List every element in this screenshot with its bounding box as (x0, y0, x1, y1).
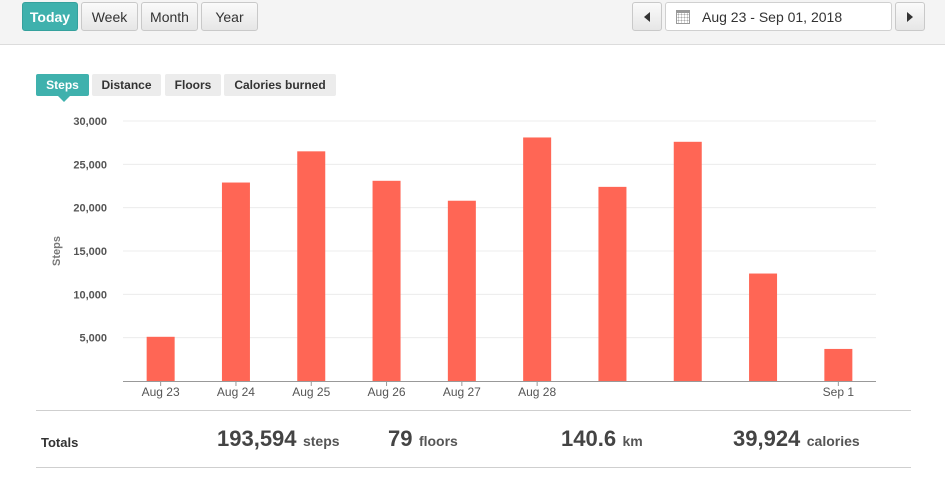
tab-floors[interactable]: Floors (165, 74, 221, 96)
date-range-picker[interactable]: Aug 23 - Sep 01, 2018 (665, 2, 892, 31)
y-tick-label: 15,000 (73, 246, 107, 258)
total-distance: 140.6 km (561, 426, 643, 452)
range-button-year[interactable]: Year (201, 2, 258, 31)
y-axis-title: Steps (51, 236, 63, 266)
bar-8 (673, 141, 702, 381)
total-distance-value: 140.6 (561, 426, 617, 451)
y-tick-label: 20,000 (73, 203, 107, 215)
total-floors: 79 floors (388, 426, 458, 452)
total-calories-value: 39,924 (733, 426, 801, 451)
bar-7 (598, 186, 627, 381)
divider-bottom (36, 467, 911, 468)
date-range-text: Aug 23 - Sep 01, 2018 (702, 8, 843, 25)
x-tick-label: Aug 28 (518, 385, 556, 399)
bar-2 (221, 182, 250, 381)
tab-steps[interactable]: Steps (36, 74, 89, 102)
total-steps-unit: steps (302, 433, 340, 449)
previous-period-button[interactable] (632, 2, 662, 31)
tab-distance[interactable]: Distance (92, 74, 161, 96)
x-tick-label: Aug 23 (142, 385, 180, 399)
y-tick-label: 5,000 (79, 333, 107, 345)
bar-9 (749, 273, 778, 381)
total-floors-value: 79 (388, 426, 413, 451)
arrow-right-icon (907, 11, 913, 22)
bar-5 (447, 200, 476, 381)
total-floors-unit: floors (418, 433, 458, 449)
steps-bar-chart: 5,000 10,000 15,000 20,000 25,000 30,000 Steps… (51, 116, 876, 399)
next-period-button[interactable] (895, 2, 925, 31)
x-tick-label: Sep 1 (823, 385, 855, 399)
total-steps-value: 193,594 (217, 426, 297, 451)
divider-top (36, 410, 911, 411)
total-distance-unit: km (622, 433, 643, 449)
bar-4 (372, 180, 401, 381)
total-calories-unit: calories (806, 433, 860, 449)
bar-1 (146, 336, 175, 381)
bar-10 (824, 348, 853, 381)
x-tick-label: Aug 27 (443, 385, 481, 399)
x-tick-label: Aug 26 (368, 385, 406, 399)
range-button-month[interactable]: Month (141, 2, 198, 31)
total-steps: 193,594 steps (217, 426, 340, 452)
x-tick-label: Aug 25 (292, 385, 330, 399)
range-button-week[interactable]: Week (81, 2, 138, 31)
calendar-icon (676, 9, 690, 24)
bar-3 (297, 151, 326, 381)
tab-calories-burned[interactable]: Calories burned (224, 74, 336, 96)
x-tick-label: Aug 24 (217, 385, 255, 399)
y-tick-label: 30,000 (73, 116, 107, 128)
bar-6 (523, 137, 552, 381)
range-button-today[interactable]: Today (22, 2, 78, 31)
y-tick-label: 25,000 (73, 159, 107, 171)
y-tick-label: 10,000 (73, 289, 107, 301)
totals-label: Totals (41, 435, 79, 450)
total-calories: 39,924 calories (733, 426, 860, 452)
top-toolbar: Today Week Month Year Aug 23 - Sep 01, 2… (0, 0, 945, 45)
arrow-left-icon (644, 11, 650, 22)
